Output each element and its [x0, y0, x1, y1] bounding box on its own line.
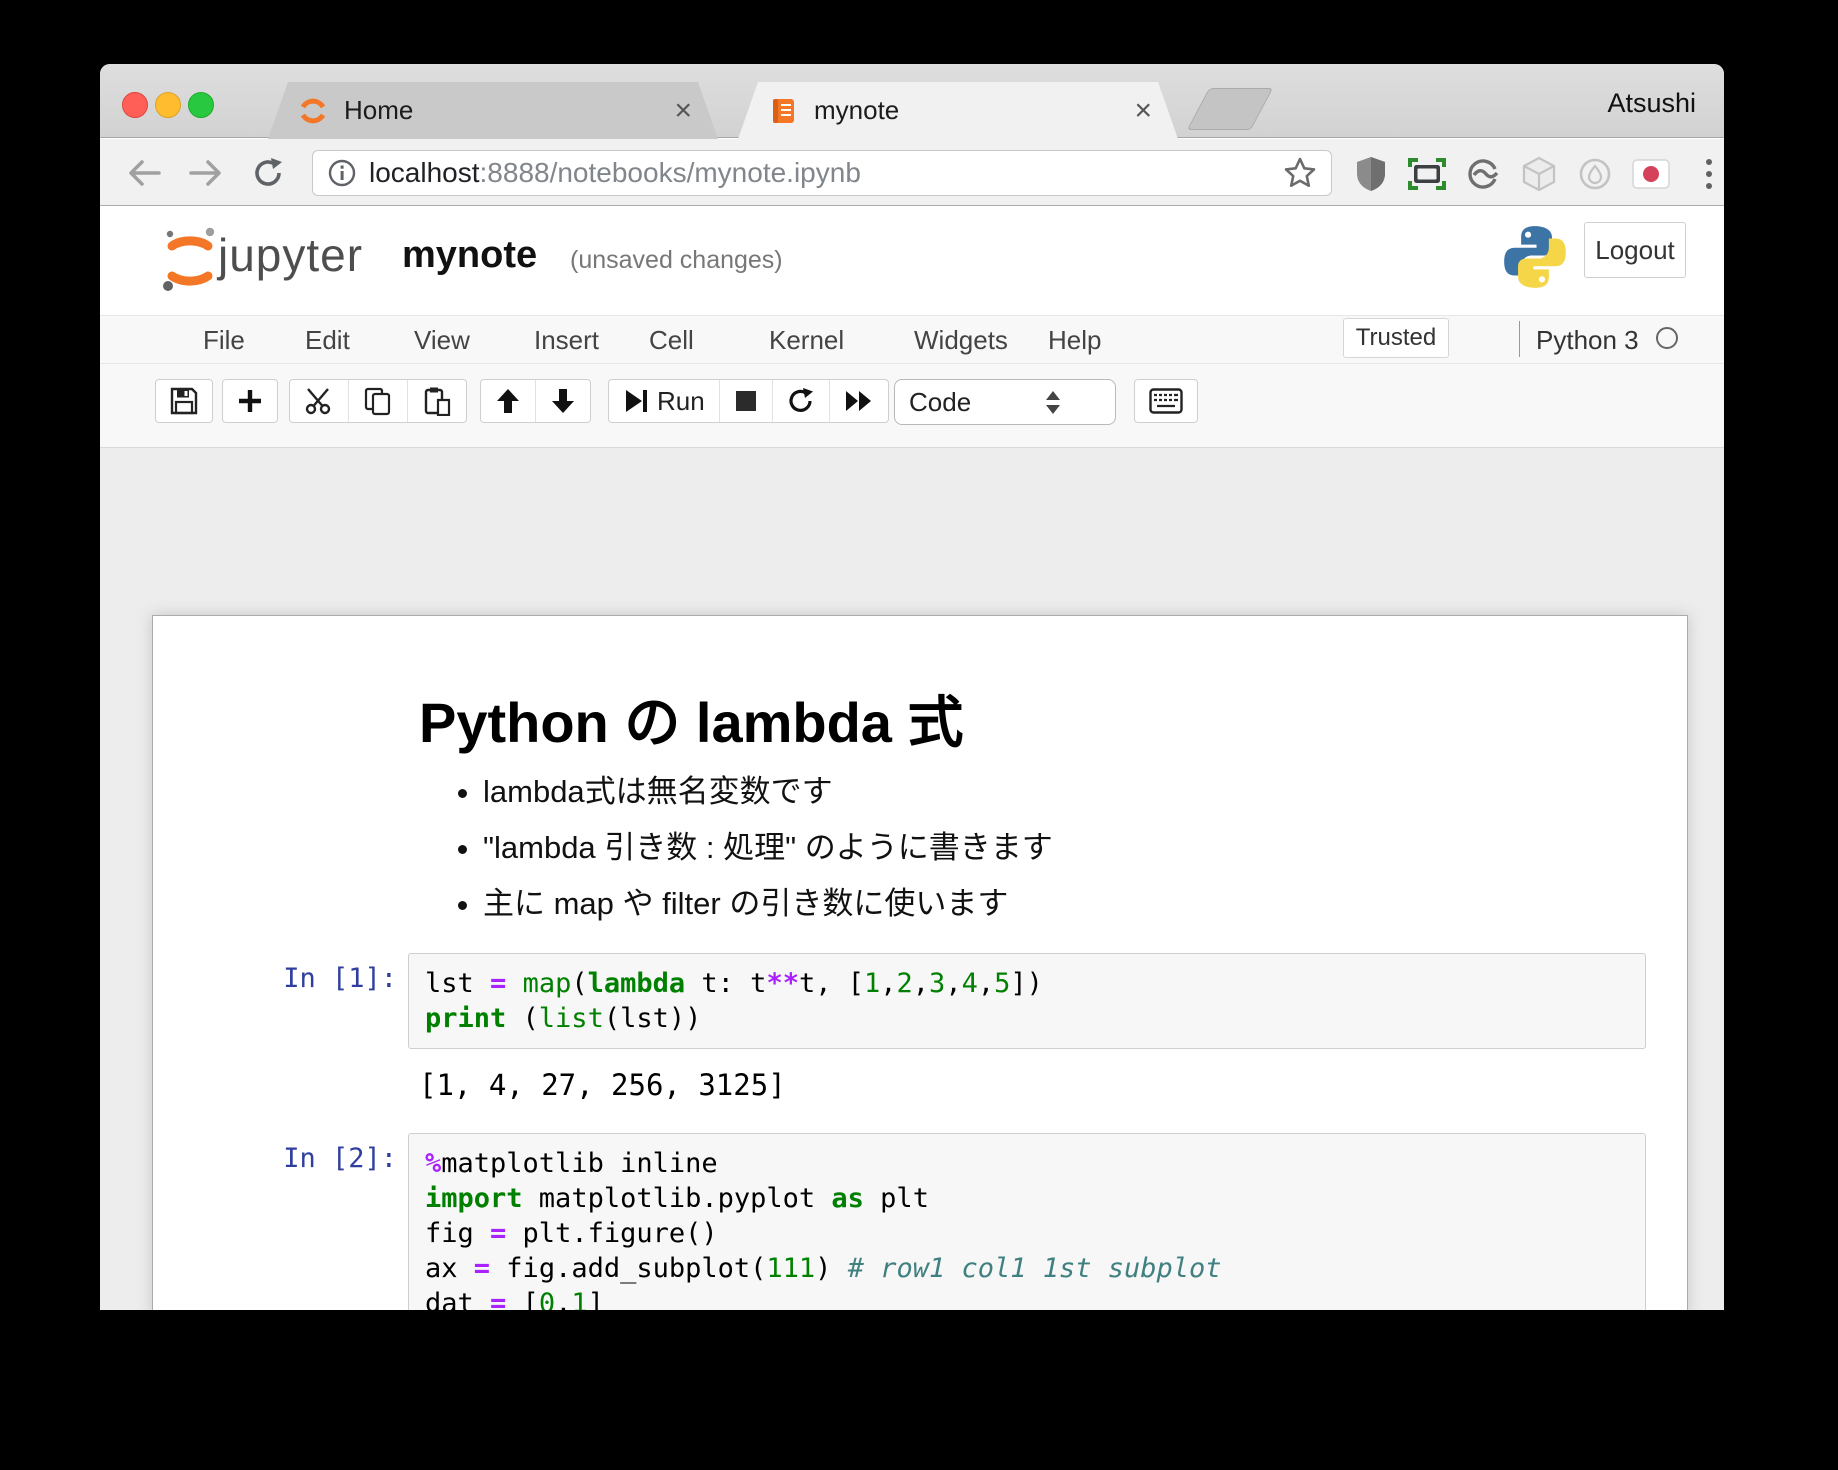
japan-flag-extension-icon[interactable] [1632, 155, 1670, 193]
tab-mynote-label: mynote [814, 95, 1128, 126]
url-bar[interactable]: localhost:8888/notebooks/mynote.ipynb [312, 150, 1332, 196]
shield-extension-icon[interactable] [1352, 155, 1390, 193]
markdown-heading: Python の lambda 式 [419, 678, 964, 759]
logout-button[interactable]: Logout [1584, 222, 1686, 278]
tab-mynote[interactable]: mynote × [738, 82, 1178, 139]
cell1-code-editor[interactable]: lst = map(lambda t: t**t, [1,2,3,4,5])pr… [408, 953, 1646, 1049]
tab-home-label: Home [344, 95, 668, 126]
wave-extension-icon[interactable] [1464, 155, 1502, 193]
jupyter-favicon [298, 96, 328, 126]
cell2-input-prompt: In [2]: [153, 1143, 397, 1174]
cell1-output: [1, 4, 27, 256, 3125] [419, 1068, 786, 1102]
trusted-badge[interactable]: Trusted [1343, 318, 1449, 358]
stop-icon[interactable] [720, 380, 773, 422]
move-down-icon[interactable] [536, 380, 590, 422]
keyboard-icon[interactable] [1135, 380, 1197, 422]
notebook-container: Python の lambda 式 lambda式は無名変数です "lambda… [152, 615, 1688, 1310]
menu-file[interactable]: File [203, 325, 245, 356]
reload-icon[interactable] [248, 153, 288, 193]
menu-kernel[interactable]: Kernel [769, 325, 844, 356]
close-window-button[interactable] [122, 92, 148, 118]
copy-icon[interactable] [349, 380, 408, 422]
move-up-icon[interactable] [481, 380, 536, 422]
tab-mynote-close-icon[interactable]: × [1128, 94, 1158, 128]
jupyter-logo-icon[interactable] [158, 224, 220, 296]
minimize-window-button[interactable] [155, 92, 181, 118]
notebook-title[interactable]: mynote [402, 234, 537, 277]
notebook-favicon [768, 96, 798, 126]
zoom-window-button[interactable] [188, 92, 214, 118]
restart-icon[interactable] [773, 380, 830, 422]
menu-kebab-icon[interactable] [1690, 155, 1724, 193]
bullet-item: 主に map や filter の引き数に使います [483, 878, 1053, 923]
tab-strip: Home × mynote × Atsushi [100, 64, 1724, 138]
kernel-status-icon [1656, 327, 1678, 349]
cell1-input-prompt: In [1]: [153, 963, 397, 994]
browser-toolbar: localhost:8888/notebooks/mynote.ipynb [100, 139, 1724, 206]
url-path: :8888/notebooks/mynote.ipynb [480, 157, 861, 188]
add-cell-icon[interactable] [223, 380, 277, 422]
jupyter-header: jupyter mynote (unsaved changes) Logout [100, 206, 1724, 316]
droplet-extension-icon[interactable] [1576, 155, 1614, 193]
run-icon [623, 388, 649, 414]
forward-arrow-icon[interactable] [186, 153, 226, 193]
fast-forward-icon[interactable] [830, 380, 888, 422]
kernel-name: Python 3 [1536, 325, 1639, 356]
cell-type-value: Code [909, 387, 1005, 418]
url-text: localhost:8888/notebooks/mynote.ipynb [369, 157, 861, 189]
menu-insert[interactable]: Insert [534, 325, 599, 356]
bullet-item: "lambda 引き数 : 処理" のように書きます [483, 822, 1053, 867]
paste-icon[interactable] [408, 380, 466, 422]
notebook-toolbar: Run Code [100, 364, 1724, 448]
jupyter-wordmark[interactable]: jupyter [218, 228, 363, 282]
notebook-scroll-area[interactable]: Python の lambda 式 lambda式は無名変数です "lambda… [100, 448, 1724, 1310]
kernel-separator [1519, 321, 1520, 357]
menu-edit[interactable]: Edit [305, 325, 350, 356]
run-label: Run [657, 386, 705, 417]
menu-view[interactable]: View [414, 325, 470, 356]
select-arrows-icon [1005, 390, 1101, 415]
url-host: localhost [369, 157, 480, 188]
menu-widgets[interactable]: Widgets [914, 325, 1008, 356]
tab-home[interactable]: Home × [268, 82, 718, 139]
cell-type-select[interactable]: Code [894, 379, 1116, 425]
browser-window: Home × mynote × Atsushi [100, 64, 1724, 1310]
run-button[interactable]: Run [609, 380, 720, 422]
tab-home-close-icon[interactable]: × [668, 94, 698, 128]
notebook-save-status: (unsaved changes) [570, 246, 783, 275]
menu-cell[interactable]: Cell [649, 325, 694, 356]
notebook-menubar: File Edit View Insert Cell Kernel Widget… [100, 316, 1724, 364]
new-tab-button[interactable] [1187, 88, 1273, 130]
bullet-item: lambda式は無名変数です [483, 766, 1053, 811]
cell2-code-editor[interactable]: %matplotlib inlineimport matplotlib.pypl… [408, 1133, 1646, 1310]
markdown-bullet-list: lambda式は無名変数です "lambda 引き数 : 処理" のように書きま… [483, 766, 1053, 934]
bookmark-star-icon[interactable] [1283, 156, 1317, 190]
save-icon[interactable] [156, 380, 212, 422]
python-logo-icon [1498, 220, 1572, 294]
cube-extension-icon[interactable] [1520, 155, 1558, 193]
back-arrow-icon[interactable] [124, 153, 164, 193]
jupyter-page: jupyter mynote (unsaved changes) Logout … [100, 206, 1724, 1310]
screenshot-extension-icon[interactable] [1408, 155, 1446, 193]
info-icon[interactable] [327, 158, 357, 188]
cut-icon[interactable] [290, 380, 349, 422]
menu-help[interactable]: Help [1048, 325, 1101, 356]
browser-profile-name[interactable]: Atsushi [1607, 88, 1696, 119]
